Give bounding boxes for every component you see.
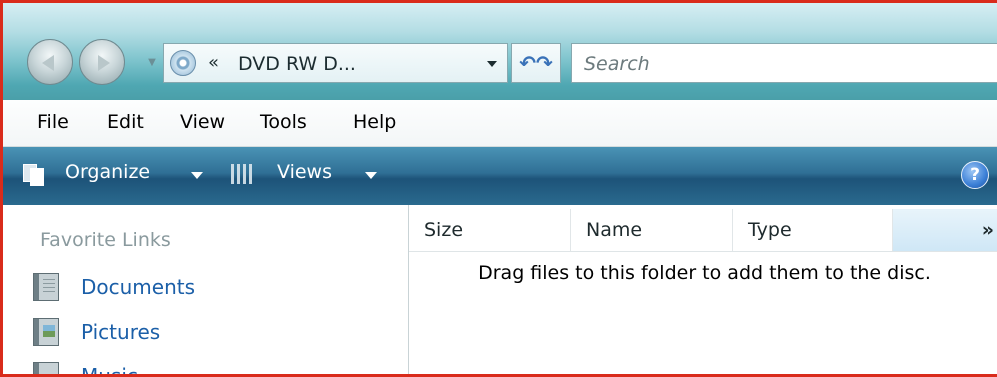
nav-link-pictures[interactable]: Pictures [33,316,393,350]
chevron-right-icon: » [981,219,994,241]
favorite-links-heading: Favorite Links [40,229,171,251]
file-list[interactable]: Size Name Type » Drag files to this fold… [409,205,997,374]
views-icon [231,164,253,184]
column-header-label: Type [748,219,792,241]
help-button[interactable]: ? [961,161,989,189]
explorer-window: ▼ « DVD RW D... ↶↷ File Edit View Tools … [0,0,997,377]
menu-edit[interactable]: Edit [107,111,144,133]
column-header-label: Name [586,219,643,241]
search-input[interactable] [582,50,966,78]
forward-arrow-icon [98,55,110,71]
organize-button[interactable]: Organize [21,160,217,190]
command-bar: Organize Views [3,147,997,205]
search-box[interactable] [571,43,997,83]
column-header-type[interactable]: Type [733,209,893,251]
address-location-text[interactable]: DVD RW D... [238,53,356,75]
nav-link-label: Music [81,364,138,377]
menu-view[interactable]: View [180,111,225,133]
menu-bar: File Edit View Tools Help [3,100,997,147]
address-bar-area: ▼ « DVD RW D... ↶↷ [3,3,997,100]
menu-help[interactable]: Help [353,111,396,133]
menu-tools[interactable]: Tools [260,111,307,133]
pictures-folder-icon [33,318,59,346]
nav-link-label: Documents [81,275,196,299]
column-headers: Size Name Type » [409,209,997,252]
column-header-label: Size [424,219,464,241]
address-box[interactable]: « DVD RW D... [163,43,508,83]
views-dropdown-icon [365,172,377,179]
nav-link-music[interactable]: Music [33,360,393,377]
column-header-name[interactable]: Name [571,209,733,251]
documents-folder-icon [33,273,59,301]
address-overflow-chevron[interactable]: « [208,52,219,73]
menu-file[interactable]: File [37,111,69,133]
empty-folder-message: Drag files to this folder to add them to… [478,262,931,284]
music-folder-icon [33,362,59,374]
organize-dropdown-icon [191,172,203,179]
nav-link-documents[interactable]: Documents [33,271,393,305]
views-button[interactable]: Views [231,160,381,190]
forward-button[interactable] [79,39,125,85]
back-arrow-icon [42,55,54,71]
more-columns-button[interactable]: » [893,209,997,251]
help-icon: ? [970,165,980,185]
recent-pages-dropdown[interactable]: ▼ [145,55,159,71]
organize-label: Organize [65,161,151,183]
column-header-size[interactable]: Size [409,209,571,251]
refresh-button[interactable]: ↶↷ [511,43,561,83]
refresh-icon: ↶↷ [519,51,553,75]
views-label: Views [277,161,332,183]
back-button[interactable] [27,39,73,85]
nav-link-label: Pictures [81,320,161,344]
address-dropdown-icon[interactable] [484,54,500,72]
dvd-drive-icon [170,50,196,76]
organize-icon [21,162,45,186]
